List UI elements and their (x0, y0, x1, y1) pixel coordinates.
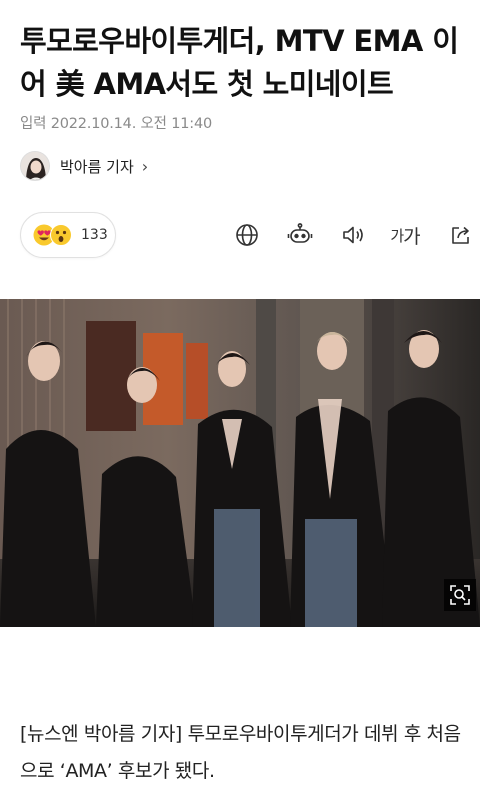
author-link[interactable]: 박아름 기자 › (20, 150, 148, 182)
speaker-icon[interactable] (338, 220, 368, 250)
article-lead-paragraph: [뉴스엔 박아름 기자] 투모로우바이투게더가 데뷔 후 처음으로 ‘AMA’ … (20, 723, 461, 782)
robot-summary-icon[interactable] (285, 220, 315, 250)
share-icon[interactable] (446, 220, 476, 250)
zoom-search-icon[interactable] (444, 579, 476, 611)
font-small-glyph: 가 (390, 226, 404, 245)
avatar (20, 151, 50, 181)
font-big-glyph: 가 (403, 225, 421, 248)
globe-icon[interactable] (232, 220, 262, 250)
font-size-icon[interactable]: 가가 (390, 220, 420, 250)
article-photo[interactable] (0, 299, 480, 627)
article-title: 투모로우바이투게더, MTV EMA 이어 美 AMA서도 첫 노미네이트 (20, 24, 459, 101)
chevron-right-icon: › (141, 156, 149, 176)
article-toolbar: 가가 (0, 220, 480, 250)
author-name: 박아름 기자 (60, 157, 134, 176)
article-timestamp: 입력 2022.10.14. 오전 11:40 (20, 116, 213, 132)
